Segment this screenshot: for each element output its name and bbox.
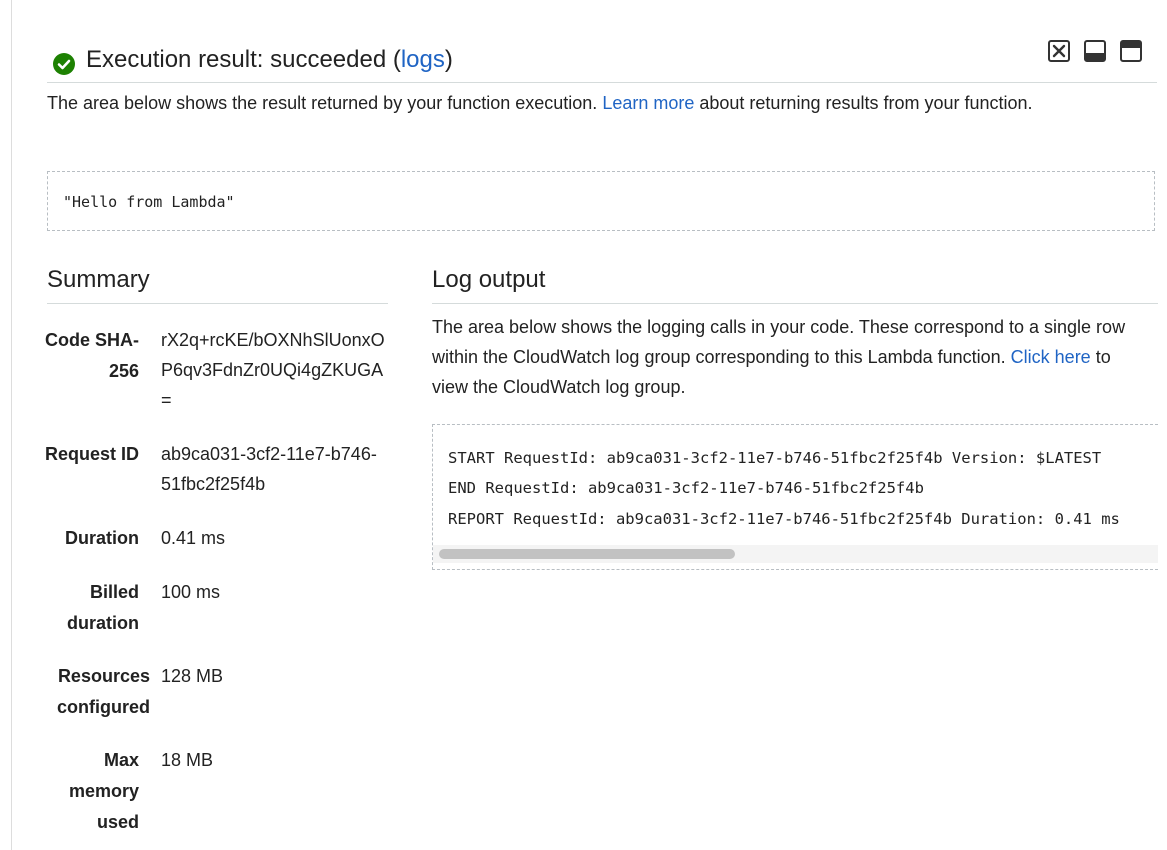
summary-value-billed-duration: 100 ms xyxy=(161,582,221,602)
summary-title: Summary xyxy=(47,266,150,293)
summary-value-duration: 0.41 ms xyxy=(161,528,226,548)
logs-link[interactable]: logs xyxy=(401,46,445,73)
log-output-box[interactable]: START RequestId: ab9ca031-3cf2-11e7-b746… xyxy=(432,424,1158,570)
log-line: END RequestId: ab9ca031-3cf2-11e7-b746-5… xyxy=(448,479,924,497)
result-title: Execution result: succeeded (logs) xyxy=(86,44,453,76)
summary-label-code-sha-text: Code SHA-256 xyxy=(45,330,139,381)
summary-label-duration: Duration xyxy=(65,528,139,548)
result-output: "Hello from Lambda" xyxy=(47,171,1155,231)
log-output-divider xyxy=(432,303,1158,304)
summary-label-max-memory: Max memory used xyxy=(68,750,139,832)
log-output-title: Log output xyxy=(432,266,546,293)
summary-value-max-memory: 18 MB xyxy=(161,750,214,770)
summary-label-code-sha: Code SHA-256 xyxy=(40,325,139,387)
click-here-link[interactable]: Click here xyxy=(1011,347,1091,367)
minimize-icon[interactable] xyxy=(1084,40,1106,62)
summary-label-resources: Resources configured xyxy=(57,666,150,717)
execution-result-panel: Execution result: succeeded (logs) The a… xyxy=(0,0,1167,850)
summary-label-request-id: Request ID xyxy=(44,444,139,464)
result-header: Execution result: succeeded (logs) xyxy=(47,40,1157,83)
scrollbar-thumb[interactable] xyxy=(439,549,735,559)
summary-divider xyxy=(47,303,388,304)
result-description-text: The area below shows the result returned… xyxy=(47,93,603,113)
maximize-icon[interactable] xyxy=(1120,40,1142,62)
log-line: START RequestId: ab9ca031-3cf2-11e7-b746… xyxy=(448,449,1102,467)
close-icon[interactable] xyxy=(1048,40,1070,62)
panel-divider xyxy=(11,0,12,850)
result-description-suffix: about returning results from your functi… xyxy=(694,93,1033,113)
summary-value-resources: 128 MB xyxy=(161,666,224,686)
log-line: REPORT RequestId: ab9ca031-3cf2-11e7-b74… xyxy=(448,510,1120,528)
summary-value-request-id: ab9ca031-3cf2-11e7-b746-51fbc2f25f4b xyxy=(161,444,377,494)
log-output-description: The area below shows the logging calls i… xyxy=(432,312,1142,402)
result-description: The area below shows the result returned… xyxy=(47,88,1117,118)
result-title-text: Execution result: succeeded ( xyxy=(86,46,401,73)
summary-value-code-sha: rX2q+rcKE/bOXNhSlUonxOP6qv3FdnZr0UQi4gZK… xyxy=(161,330,385,410)
check-circle-icon xyxy=(53,53,75,75)
learn-more-link[interactable]: Learn more xyxy=(602,93,694,113)
result-title-suffix: ) xyxy=(444,46,453,73)
summary-label-billed-duration: Billed duration xyxy=(67,582,139,633)
